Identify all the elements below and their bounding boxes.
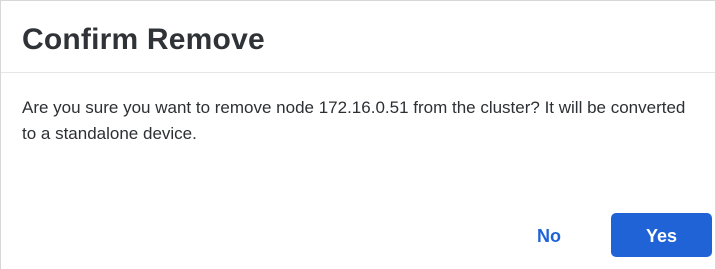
yes-button[interactable]: Yes: [611, 213, 712, 257]
dialog-message: Are you sure you want to remove node 172…: [22, 98, 686, 143]
confirm-remove-dialog: Confirm Remove Are you sure you want to …: [0, 0, 716, 269]
dialog-header: Confirm Remove: [1, 1, 715, 73]
no-button[interactable]: No: [511, 213, 587, 257]
dialog-footer: No Yes: [1, 181, 715, 269]
dialog-body: Are you sure you want to remove node 172…: [22, 95, 702, 147]
dialog-title: Confirm Remove: [22, 23, 265, 56]
